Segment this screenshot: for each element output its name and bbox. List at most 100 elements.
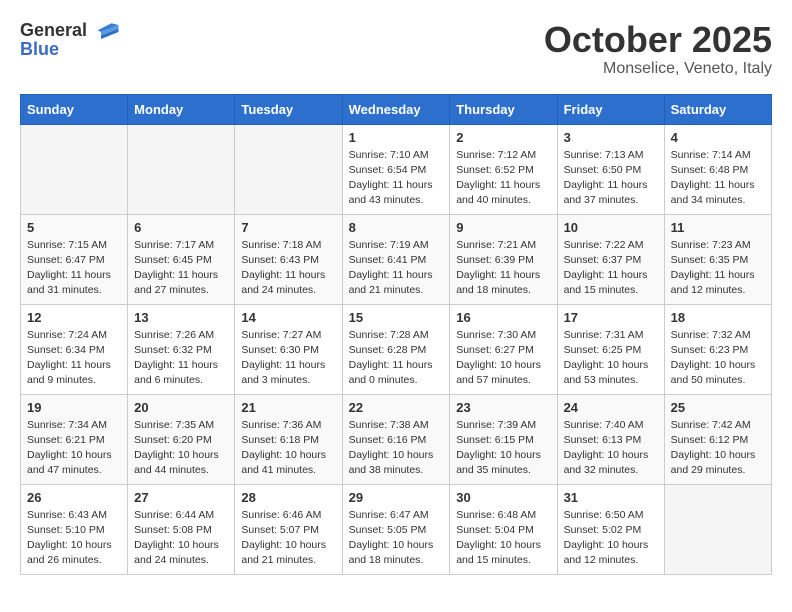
logo-blue-text: Blue — [20, 39, 122, 60]
day-info: Sunrise: 7:26 AM Sunset: 6:32 PM Dayligh… — [134, 328, 228, 389]
day-number: 14 — [241, 310, 335, 325]
calendar-day-cell: 18 Sunrise: 7:32 AM Sunset: 6:23 PM Dayli… — [664, 304, 771, 394]
day-info: Sunrise: 7:19 AM Sunset: 6:41 PM Dayligh… — [349, 238, 444, 299]
day-of-week-header: Thursday — [450, 94, 557, 124]
day-number: 1 — [349, 130, 444, 145]
calendar-day-cell: 30 Sunrise: 6:48 AM Sunset: 5:04 PM Dayli… — [450, 484, 557, 574]
day-info: Sunrise: 6:50 AM Sunset: 5:02 PM Dayligh… — [564, 508, 658, 569]
calendar-week-row: 5 Sunrise: 7:15 AM Sunset: 6:47 PM Daylig… — [21, 214, 772, 304]
calendar-day-cell: 22 Sunrise: 7:38 AM Sunset: 6:16 PM Dayli… — [342, 394, 450, 484]
day-number: 2 — [456, 130, 550, 145]
calendar-day-cell: 27Sunrise: 6:44 AM Sunset: 5:08 PM Dayli… — [128, 484, 235, 574]
day-number: 10 — [564, 220, 658, 235]
day-info: Sunrise: 7:42 AM Sunset: 6:12 PM Dayligh… — [671, 418, 765, 479]
day-info: Sunrise: 7:32 AM Sunset: 6:23 PM Dayligh… — [671, 328, 765, 389]
calendar-day-cell: 19 Sunrise: 7:34 AM Sunset: 6:21 PM Dayli… — [21, 394, 128, 484]
day-info: Sunrise: 7:18 AM Sunset: 6:43 PM Dayligh… — [241, 238, 335, 299]
day-info: Sunrise: 7:30 AM Sunset: 6:27 PM Dayligh… — [456, 328, 550, 389]
calendar-day-cell: 3 Sunrise: 7:13 AM Sunset: 6:50 PM Daylig… — [557, 124, 664, 214]
calendar-week-row: 19 Sunrise: 7:34 AM Sunset: 6:21 PM Dayli… — [21, 394, 772, 484]
day-number: 11 — [671, 220, 765, 235]
day-number: 28 — [241, 490, 335, 505]
day-number: 6 — [134, 220, 228, 235]
day-number: 3 — [564, 130, 658, 145]
calendar-day-cell: 8 Sunrise: 7:19 AM Sunset: 6:41 PM Daylig… — [342, 214, 450, 304]
day-of-week-header: Wednesday — [342, 94, 450, 124]
day-info: Sunrise: 7:24 AM Sunset: 6:34 PM Dayligh… — [27, 328, 121, 389]
day-info: Sunrise: 7:34 AM Sunset: 6:21 PM Dayligh… — [27, 418, 121, 479]
day-number: 22 — [349, 400, 444, 415]
calendar-day-cell: 24Sunrise: 7:40 AM Sunset: 6:13 PM Dayli… — [557, 394, 664, 484]
day-info: Sunrise: 6:47 AM Sunset: 5:05 PM Dayligh… — [349, 508, 444, 569]
day-of-week-header: Friday — [557, 94, 664, 124]
page-header: General Blue October 2025 Monselice, Ven… — [20, 20, 772, 78]
day-number: 8 — [349, 220, 444, 235]
day-info: Sunrise: 7:15 AM Sunset: 6:47 PM Dayligh… — [27, 238, 121, 299]
calendar-day-cell: 31 Sunrise: 6:50 AM Sunset: 5:02 PM Dayli… — [557, 484, 664, 574]
calendar-day-cell: 17Sunrise: 7:31 AM Sunset: 6:25 PM Dayli… — [557, 304, 664, 394]
calendar-day-cell: 26 Sunrise: 6:43 AM Sunset: 5:10 PM Dayli… — [21, 484, 128, 574]
logo-line1: General — [20, 20, 122, 41]
calendar-table: SundayMondayTuesdayWednesdayThursdayFrid… — [20, 94, 772, 575]
day-of-week-header: Monday — [128, 94, 235, 124]
calendar-day-cell: 20 Sunrise: 7:35 AM Sunset: 6:20 PM Dayli… — [128, 394, 235, 484]
calendar-week-row: 12 Sunrise: 7:24 AM Sunset: 6:34 PM Dayli… — [21, 304, 772, 394]
calendar-day-cell: 6Sunrise: 7:17 AM Sunset: 6:45 PM Daylig… — [128, 214, 235, 304]
calendar-day-cell: 16Sunrise: 7:30 AM Sunset: 6:27 PM Dayli… — [450, 304, 557, 394]
day-info: Sunrise: 7:28 AM Sunset: 6:28 PM Dayligh… — [349, 328, 444, 389]
day-info: Sunrise: 7:27 AM Sunset: 6:30 PM Dayligh… — [241, 328, 335, 389]
calendar-day-cell: 28Sunrise: 6:46 AM Sunset: 5:07 PM Dayli… — [235, 484, 342, 574]
calendar-day-cell: 12 Sunrise: 7:24 AM Sunset: 6:34 PM Dayli… — [21, 304, 128, 394]
calendar-day-cell: 15 Sunrise: 7:28 AM Sunset: 6:28 PM Dayli… — [342, 304, 450, 394]
day-info: Sunrise: 6:44 AM Sunset: 5:08 PM Dayligh… — [134, 508, 228, 569]
day-number: 30 — [456, 490, 550, 505]
calendar-day-cell: 1 Sunrise: 7:10 AM Sunset: 6:54 PM Daylig… — [342, 124, 450, 214]
day-number: 29 — [349, 490, 444, 505]
day-info: Sunrise: 7:12 AM Sunset: 6:52 PM Dayligh… — [456, 148, 550, 209]
day-number: 21 — [241, 400, 335, 415]
day-info: Sunrise: 7:13 AM Sunset: 6:50 PM Dayligh… — [564, 148, 658, 209]
day-number: 31 — [564, 490, 658, 505]
calendar-day-cell — [128, 124, 235, 214]
calendar-day-cell: 11 Sunrise: 7:23 AM Sunset: 6:35 PM Dayli… — [664, 214, 771, 304]
calendar-day-cell — [664, 484, 771, 574]
calendar-day-cell: 25Sunrise: 7:42 AM Sunset: 6:12 PM Dayli… — [664, 394, 771, 484]
day-info: Sunrise: 7:10 AM Sunset: 6:54 PM Dayligh… — [349, 148, 444, 209]
day-info: Sunrise: 6:43 AM Sunset: 5:10 PM Dayligh… — [27, 508, 121, 569]
day-number: 18 — [671, 310, 765, 325]
day-number: 15 — [349, 310, 444, 325]
day-number: 26 — [27, 490, 121, 505]
calendar-day-cell: 10Sunrise: 7:22 AM Sunset: 6:37 PM Dayli… — [557, 214, 664, 304]
day-of-week-header: Saturday — [664, 94, 771, 124]
calendar-week-row: 26 Sunrise: 6:43 AM Sunset: 5:10 PM Dayli… — [21, 484, 772, 574]
day-info: Sunrise: 7:35 AM Sunset: 6:20 PM Dayligh… — [134, 418, 228, 479]
calendar-day-cell: 29 Sunrise: 6:47 AM Sunset: 5:05 PM Dayli… — [342, 484, 450, 574]
calendar-day-cell: 14 Sunrise: 7:27 AM Sunset: 6:30 PM Dayli… — [235, 304, 342, 394]
calendar-day-cell — [21, 124, 128, 214]
day-number: 20 — [134, 400, 228, 415]
calendar-week-row: 1 Sunrise: 7:10 AM Sunset: 6:54 PM Daylig… — [21, 124, 772, 214]
day-number: 12 — [27, 310, 121, 325]
day-info: Sunrise: 7:39 AM Sunset: 6:15 PM Dayligh… — [456, 418, 550, 479]
day-info: Sunrise: 6:48 AM Sunset: 5:04 PM Dayligh… — [456, 508, 550, 569]
logo: General Blue — [20, 20, 122, 60]
day-info: Sunrise: 7:40 AM Sunset: 6:13 PM Dayligh… — [564, 418, 658, 479]
day-info: Sunrise: 7:14 AM Sunset: 6:48 PM Dayligh… — [671, 148, 765, 209]
logo-general-text: General — [20, 20, 87, 40]
calendar-day-cell: 23Sunrise: 7:39 AM Sunset: 6:15 PM Dayli… — [450, 394, 557, 484]
logo-icon — [94, 23, 122, 41]
location: Monselice, Veneto, Italy — [544, 60, 772, 78]
calendar-day-cell: 9Sunrise: 7:21 AM Sunset: 6:39 PM Daylig… — [450, 214, 557, 304]
day-number: 13 — [134, 310, 228, 325]
month-info: October 2025 Monselice, Veneto, Italy — [544, 20, 772, 78]
day-number: 5 — [27, 220, 121, 235]
day-info: Sunrise: 7:23 AM Sunset: 6:35 PM Dayligh… — [671, 238, 765, 299]
calendar-day-cell: 13 Sunrise: 7:26 AM Sunset: 6:32 PM Dayli… — [128, 304, 235, 394]
day-of-week-header: Tuesday — [235, 94, 342, 124]
day-info: Sunrise: 7:36 AM Sunset: 6:18 PM Dayligh… — [241, 418, 335, 479]
day-info: Sunrise: 7:38 AM Sunset: 6:16 PM Dayligh… — [349, 418, 444, 479]
day-number: 19 — [27, 400, 121, 415]
day-number: 7 — [241, 220, 335, 235]
day-number: 4 — [671, 130, 765, 145]
calendar-day-cell: 2 Sunrise: 7:12 AM Sunset: 6:52 PM Daylig… — [450, 124, 557, 214]
